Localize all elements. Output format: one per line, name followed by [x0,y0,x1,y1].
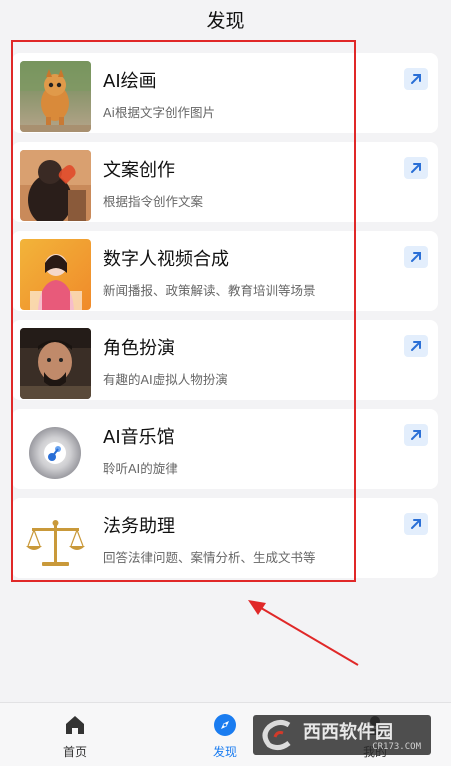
watermark-url: CR173.COM [372,742,421,752]
annotation-arrow-icon [248,600,359,666]
feature-description: 聆听AI的旋律 [103,461,178,476]
watermark-logo-icon [262,719,291,751]
feature-title: AI音乐馆 [103,427,175,448]
arrow-up-right-icon[interactable] [404,513,428,535]
arrow-up-right-icon[interactable] [404,246,428,268]
arrow-up-right-icon[interactable] [404,424,428,446]
feature-description: 回答法律问题、案情分析、生成文书等 [103,550,316,565]
feature-title: 法务助理 [103,516,175,537]
nav-label-home: 首页 [62,745,87,759]
feature-description: Ai根据文字创作图片 [103,105,216,120]
feature-title: 角色扮演 [103,338,175,359]
feature-description: 根据指令创作文案 [103,194,204,209]
watermark: 西西软件园 CR173.COM [253,715,431,755]
woman-heart-gesture-thumbnail [20,150,91,221]
arrow-up-right-icon[interactable] [404,335,428,357]
feature-card-ai-painting[interactable]: AI绘画 Ai根据文字创作图片 [12,53,438,133]
home-icon [66,716,84,734]
music-disc-icon [20,417,91,488]
historical-figure-thumbnail [20,328,91,399]
feature-card-digital-human-video[interactable]: 数字人视频合成 新闻播报、政策解读、教育培训等场景 [12,231,438,311]
page-title: 发现 [206,10,245,32]
arrow-up-right-icon[interactable] [404,157,428,179]
digital-anchor-thumbnail [20,239,91,310]
feature-title: 数字人视频合成 [103,249,229,270]
watermark-text: 西西软件园 [303,722,393,743]
feature-description: 有趣的AI虚拟人物扮演 [103,372,228,387]
feature-card-role-play[interactable]: 角色扮演 有趣的AI虚拟人物扮演 [12,320,438,400]
feature-description: 新闻播报、政策解读、教育培训等场景 [103,283,316,298]
feature-card-ai-music[interactable]: AI音乐馆 聆听AI的旋律 [12,409,438,489]
nav-item-home[interactable]: 首页 [30,703,120,766]
arrow-up-right-icon[interactable] [404,68,428,90]
feature-title: AI绘画 [103,71,157,92]
cat-running-thumbnail [20,61,91,132]
scales-of-justice-icon [20,506,91,577]
feature-title: 文案创作 [103,160,175,181]
compass-icon [214,714,236,736]
feature-card-copywriting[interactable]: 文案创作 根据指令创作文案 [12,142,438,222]
feature-card-legal-assistant[interactable]: 法务助理 回答法律问题、案情分析、生成文书等 [12,498,438,578]
